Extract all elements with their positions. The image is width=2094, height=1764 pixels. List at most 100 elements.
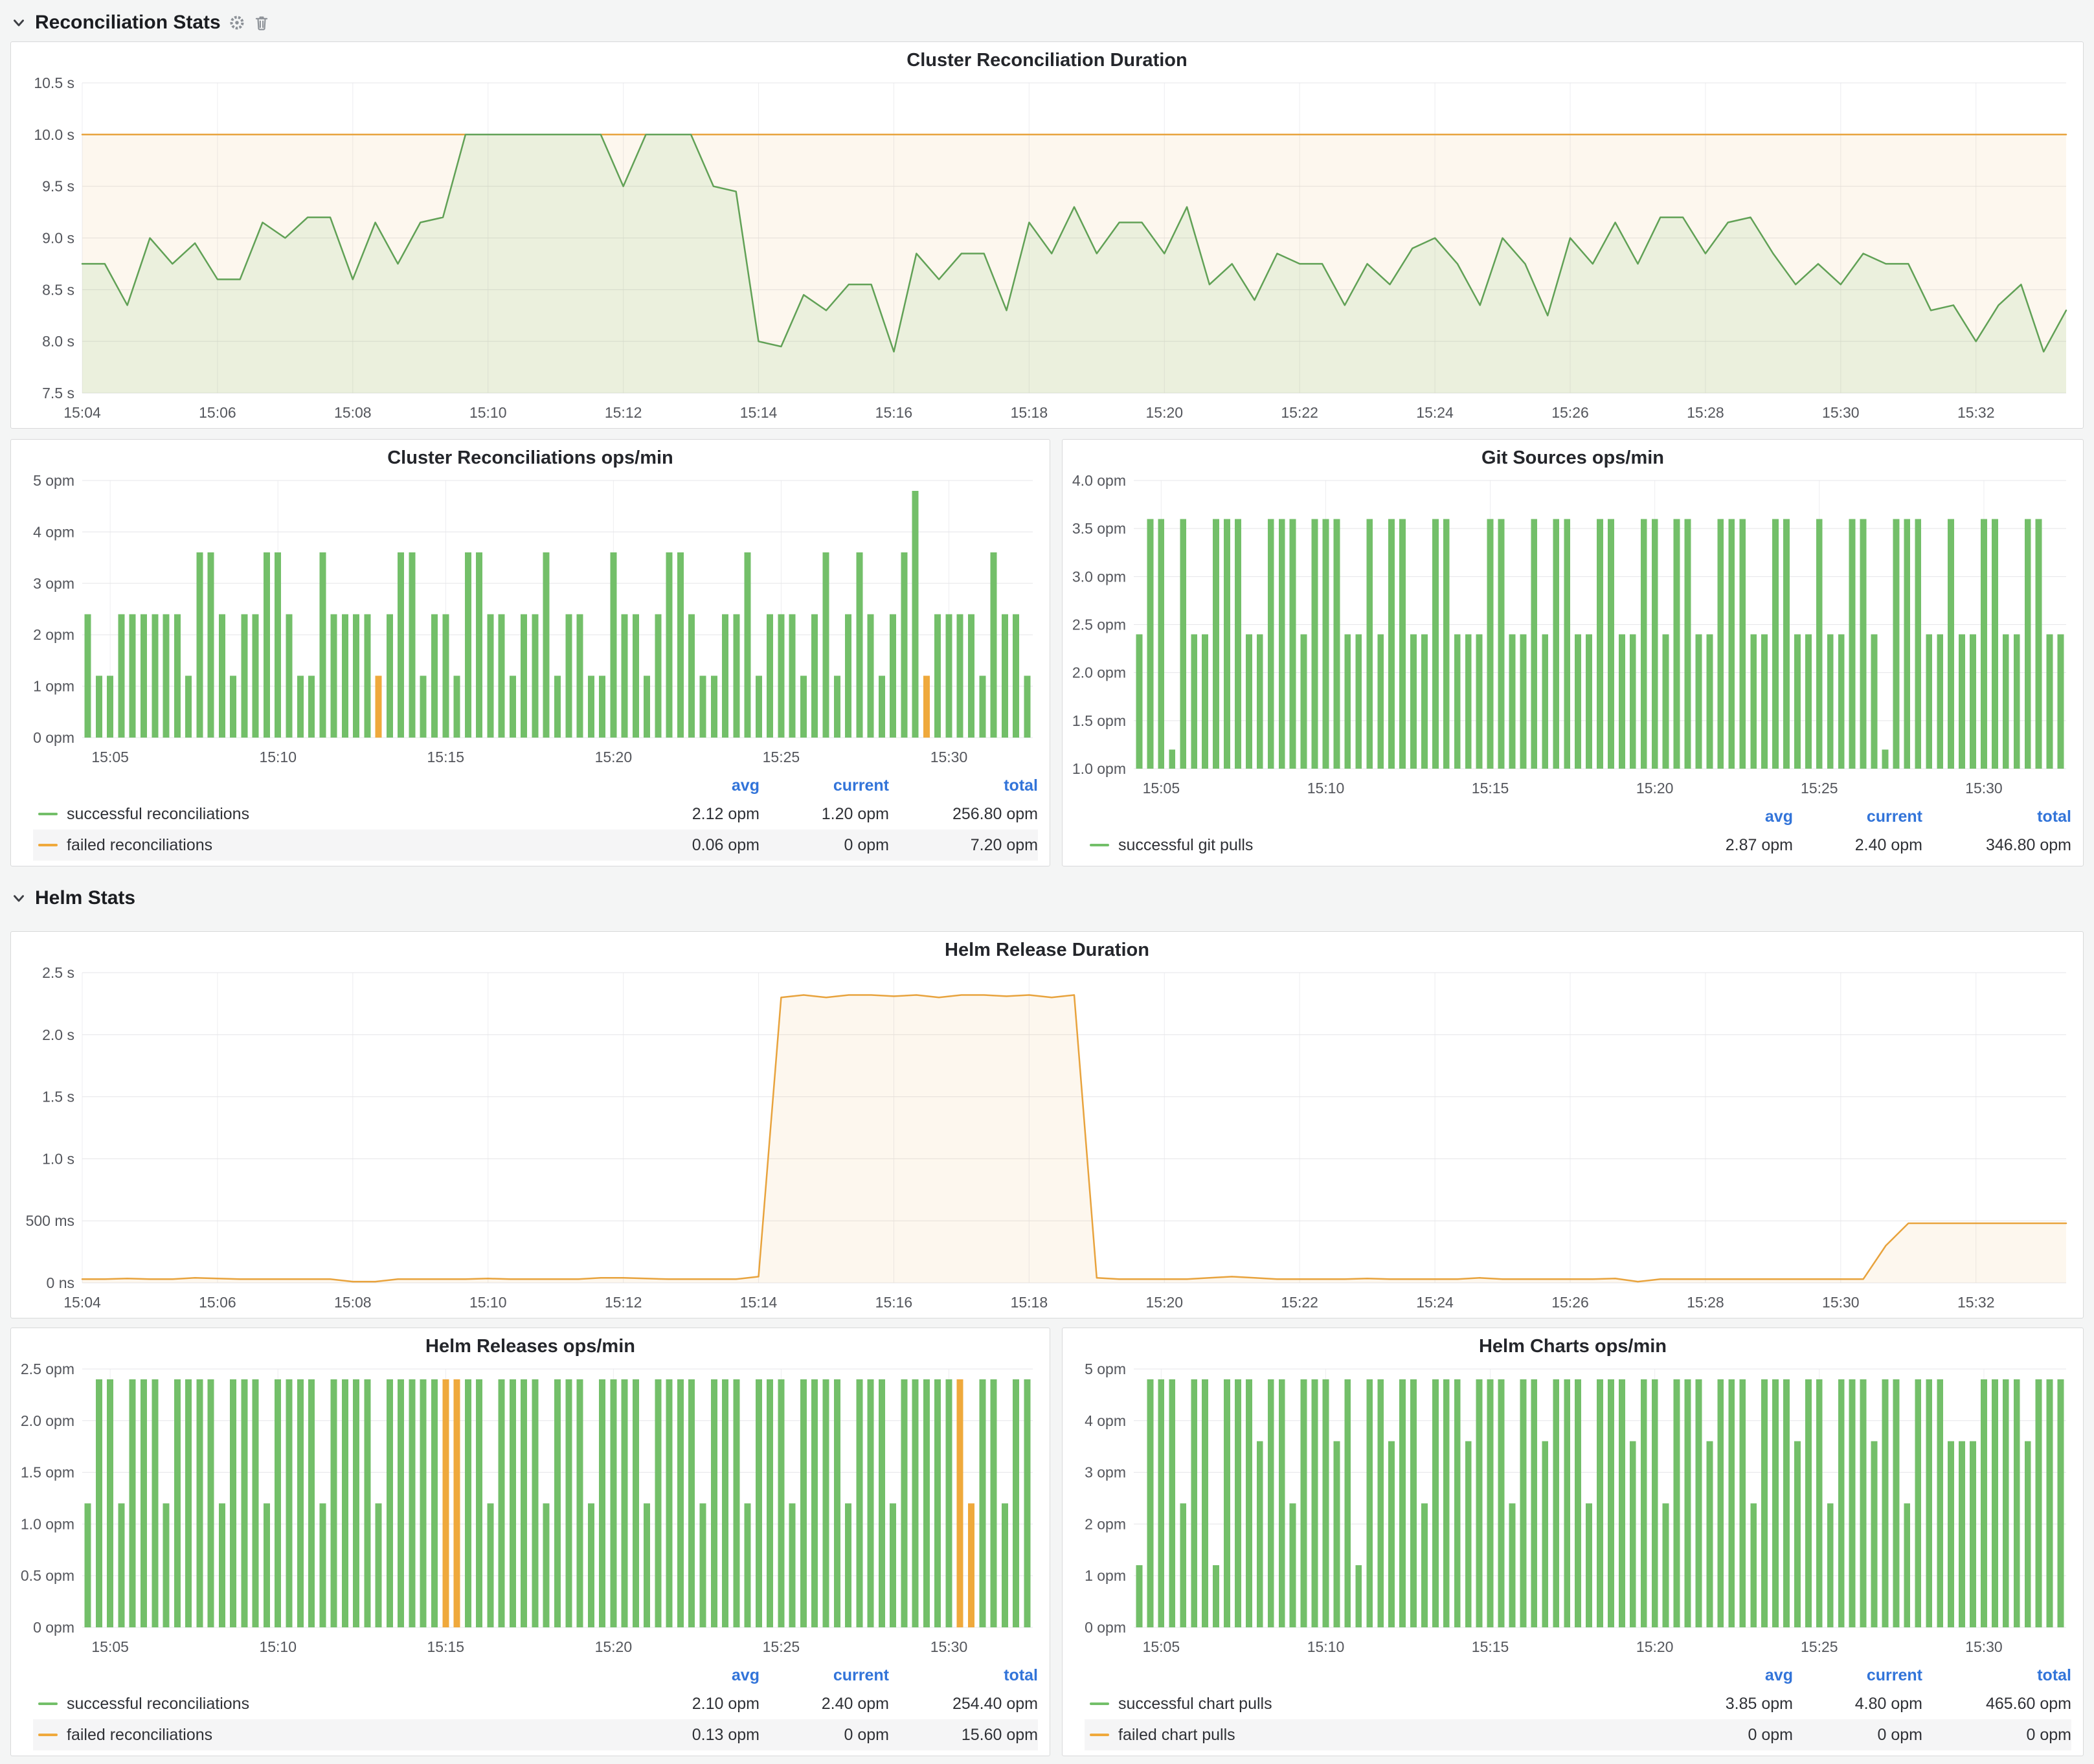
svg-text:15:32: 15:32: [1957, 1294, 1995, 1311]
svg-text:15:26: 15:26: [1551, 1294, 1589, 1311]
legend-helm-releases: avgcurrenttotal successful reconciliation…: [11, 1662, 1050, 1756]
legend-header-avg[interactable]: avg: [630, 1666, 760, 1685]
series-marker-icon: [1090, 1734, 1109, 1736]
legend-series-name[interactable]: failed reconciliations: [33, 1726, 630, 1745]
legend-series-name[interactable]: failed chart pulls: [1085, 1726, 1663, 1745]
legend-current-value: 1.20 opm: [760, 805, 889, 824]
legend-header-total[interactable]: total: [889, 1666, 1038, 1685]
helm-charts-chart[interactable]: 0 opm1 opm2 opm3 opm4 opm5 opm15:0515:10…: [1063, 1359, 2083, 1662]
panel-title[interactable]: Cluster Reconciliation Duration: [11, 42, 2083, 73]
chevron-down-icon: [10, 14, 27, 31]
svg-text:5 opm: 5 opm: [33, 472, 74, 489]
svg-text:1.0 s: 1.0 s: [42, 1150, 74, 1167]
svg-text:15:20: 15:20: [595, 1638, 633, 1655]
section-header-reconciliation-stats[interactable]: Reconciliation Stats: [10, 8, 2084, 38]
panel-cluster-reconciliations-opm: Cluster Reconciliations ops/min 0 opm1 o…: [10, 439, 1050, 866]
legend-header-current[interactable]: current: [760, 776, 889, 795]
svg-text:15:05: 15:05: [1143, 1638, 1180, 1655]
series-marker-icon: [1090, 1702, 1109, 1705]
legend-avg-value: 0.13 opm: [630, 1726, 760, 1745]
legend-series-name[interactable]: failed reconciliations: [33, 836, 630, 855]
svg-text:2.5 opm: 2.5 opm: [21, 1361, 74, 1377]
panel-row: Helm Releases ops/min 0 opm0.5 opm1.0 op…: [10, 1328, 2084, 1756]
svg-text:15:28: 15:28: [1687, 404, 1724, 421]
panel-title[interactable]: Helm Charts ops/min: [1063, 1328, 2083, 1359]
svg-text:15:10: 15:10: [1307, 1638, 1345, 1655]
section-title[interactable]: Helm Stats: [35, 887, 135, 909]
legend-row: successful reconciliations2.12 opm1.20 o…: [33, 798, 1038, 830]
panel-title[interactable]: Helm Releases ops/min: [11, 1328, 1050, 1359]
svg-text:15:08: 15:08: [334, 404, 372, 421]
svg-text:15:20: 15:20: [595, 749, 633, 765]
svg-text:3.5 opm: 3.5 opm: [1072, 520, 1126, 537]
svg-text:15:30: 15:30: [930, 749, 968, 765]
svg-text:0 opm: 0 opm: [33, 1619, 74, 1636]
svg-text:15:10: 15:10: [469, 404, 507, 421]
panel-title[interactable]: Helm Release Duration: [11, 932, 2083, 962]
svg-text:8.5 s: 8.5 s: [42, 281, 74, 298]
legend-header-total[interactable]: total: [1922, 808, 2071, 826]
legend-current-value: 4.80 opm: [1793, 1695, 1922, 1713]
svg-text:15:10: 15:10: [259, 749, 297, 765]
svg-text:10.5 s: 10.5 s: [34, 74, 74, 91]
legend-series-name[interactable]: successful chart pulls: [1085, 1695, 1663, 1713]
svg-text:1 opm: 1 opm: [1085, 1567, 1126, 1584]
legend-current-value: 2.40 opm: [1793, 836, 1922, 855]
svg-text:3 opm: 3 opm: [33, 575, 74, 592]
svg-text:15:28: 15:28: [1687, 1294, 1724, 1311]
legend-row: successful chart pulls3.85 opm4.80 opm46…: [1085, 1688, 2071, 1719]
cluster-reconciliations-chart[interactable]: 0 opm1 opm2 opm3 opm4 opm5 opm15:0515:10…: [11, 470, 1050, 773]
svg-text:15:08: 15:08: [334, 1294, 372, 1311]
legend-header-current[interactable]: current: [760, 1666, 889, 1685]
trash-icon[interactable]: [253, 14, 270, 31]
legend-avg-value: 2.87 opm: [1663, 836, 1793, 855]
panel-helm-releases-opm: Helm Releases ops/min 0 opm0.5 opm1.0 op…: [10, 1328, 1050, 1756]
legend-header-current[interactable]: current: [1793, 808, 1922, 826]
svg-text:15:04: 15:04: [63, 404, 101, 421]
legend-series-name[interactable]: successful reconciliations: [33, 1695, 630, 1713]
legend-helm-charts: avgcurrenttotal successful chart pulls3.8…: [1063, 1662, 2083, 1756]
legend-avg-value: 3.85 opm: [1663, 1695, 1793, 1713]
svg-text:1.5 opm: 1.5 opm: [21, 1464, 74, 1481]
svg-text:2.0 s: 2.0 s: [42, 1026, 74, 1043]
legend-header-current[interactable]: current: [1793, 1666, 1922, 1685]
svg-text:9.0 s: 9.0 s: [42, 230, 74, 247]
legend-header-row: avgcurrenttotal: [33, 773, 1038, 798]
gear-icon[interactable]: [229, 14, 245, 31]
svg-text:2.5 s: 2.5 s: [42, 964, 74, 981]
git-sources-chart[interactable]: 1.0 opm1.5 opm2.0 opm2.5 opm3.0 opm3.5 o…: [1063, 470, 2083, 804]
series-marker-icon: [38, 1734, 58, 1736]
svg-text:3 opm: 3 opm: [1085, 1464, 1126, 1481]
svg-text:2 opm: 2 opm: [1085, 1515, 1126, 1532]
svg-text:4.0 opm: 4.0 opm: [1072, 472, 1126, 489]
section-header-helm-stats[interactable]: Helm Stats: [10, 883, 2084, 913]
svg-text:500 ms: 500 ms: [26, 1212, 74, 1229]
legend-row: successful reconciliations2.10 opm2.40 o…: [33, 1688, 1038, 1719]
legend-git-sources: avgcurrenttotal successful git pulls2.87 …: [1063, 804, 2083, 866]
helm-releases-chart[interactable]: 0 opm0.5 opm1.0 opm1.5 opm2.0 opm2.5 opm…: [11, 1359, 1050, 1662]
legend-current-value: 2.40 opm: [760, 1695, 889, 1713]
legend-series-name[interactable]: successful reconciliations: [33, 805, 630, 824]
series-marker-icon: [1090, 844, 1109, 846]
legend-series-name[interactable]: successful git pulls: [1085, 836, 1663, 855]
legend-header-avg[interactable]: avg: [630, 776, 760, 795]
svg-text:15:10: 15:10: [259, 1638, 297, 1655]
svg-text:15:14: 15:14: [740, 404, 778, 421]
helm-release-duration-chart[interactable]: 0 ns500 ms1.0 s1.5 s2.0 s2.5 s15:0415:06…: [11, 962, 2083, 1318]
svg-text:15:30: 15:30: [1822, 1294, 1860, 1311]
svg-text:15:06: 15:06: [199, 404, 236, 421]
panel-title[interactable]: Cluster Reconciliations ops/min: [11, 440, 1050, 470]
svg-text:15:30: 15:30: [1965, 1638, 2003, 1655]
legend-avg-value: 0 opm: [1663, 1726, 1793, 1745]
cluster-reconciliation-duration-chart[interactable]: 7.5 s8.0 s8.5 s9.0 s9.5 s10.0 s10.5 s15:…: [11, 73, 2083, 428]
legend-header-avg[interactable]: avg: [1663, 808, 1793, 826]
section-title[interactable]: Reconciliation Stats: [35, 12, 221, 34]
svg-text:15:14: 15:14: [740, 1294, 778, 1311]
svg-text:15:15: 15:15: [427, 1638, 465, 1655]
svg-text:0 opm: 0 opm: [33, 729, 74, 746]
panel-title[interactable]: Git Sources ops/min: [1063, 440, 2083, 470]
legend-header-total[interactable]: total: [1922, 1666, 2071, 1685]
panel-row: Cluster Reconciliations ops/min 0 opm1 o…: [10, 439, 2084, 866]
legend-header-total[interactable]: total: [889, 776, 1038, 795]
legend-header-avg[interactable]: avg: [1663, 1666, 1793, 1685]
